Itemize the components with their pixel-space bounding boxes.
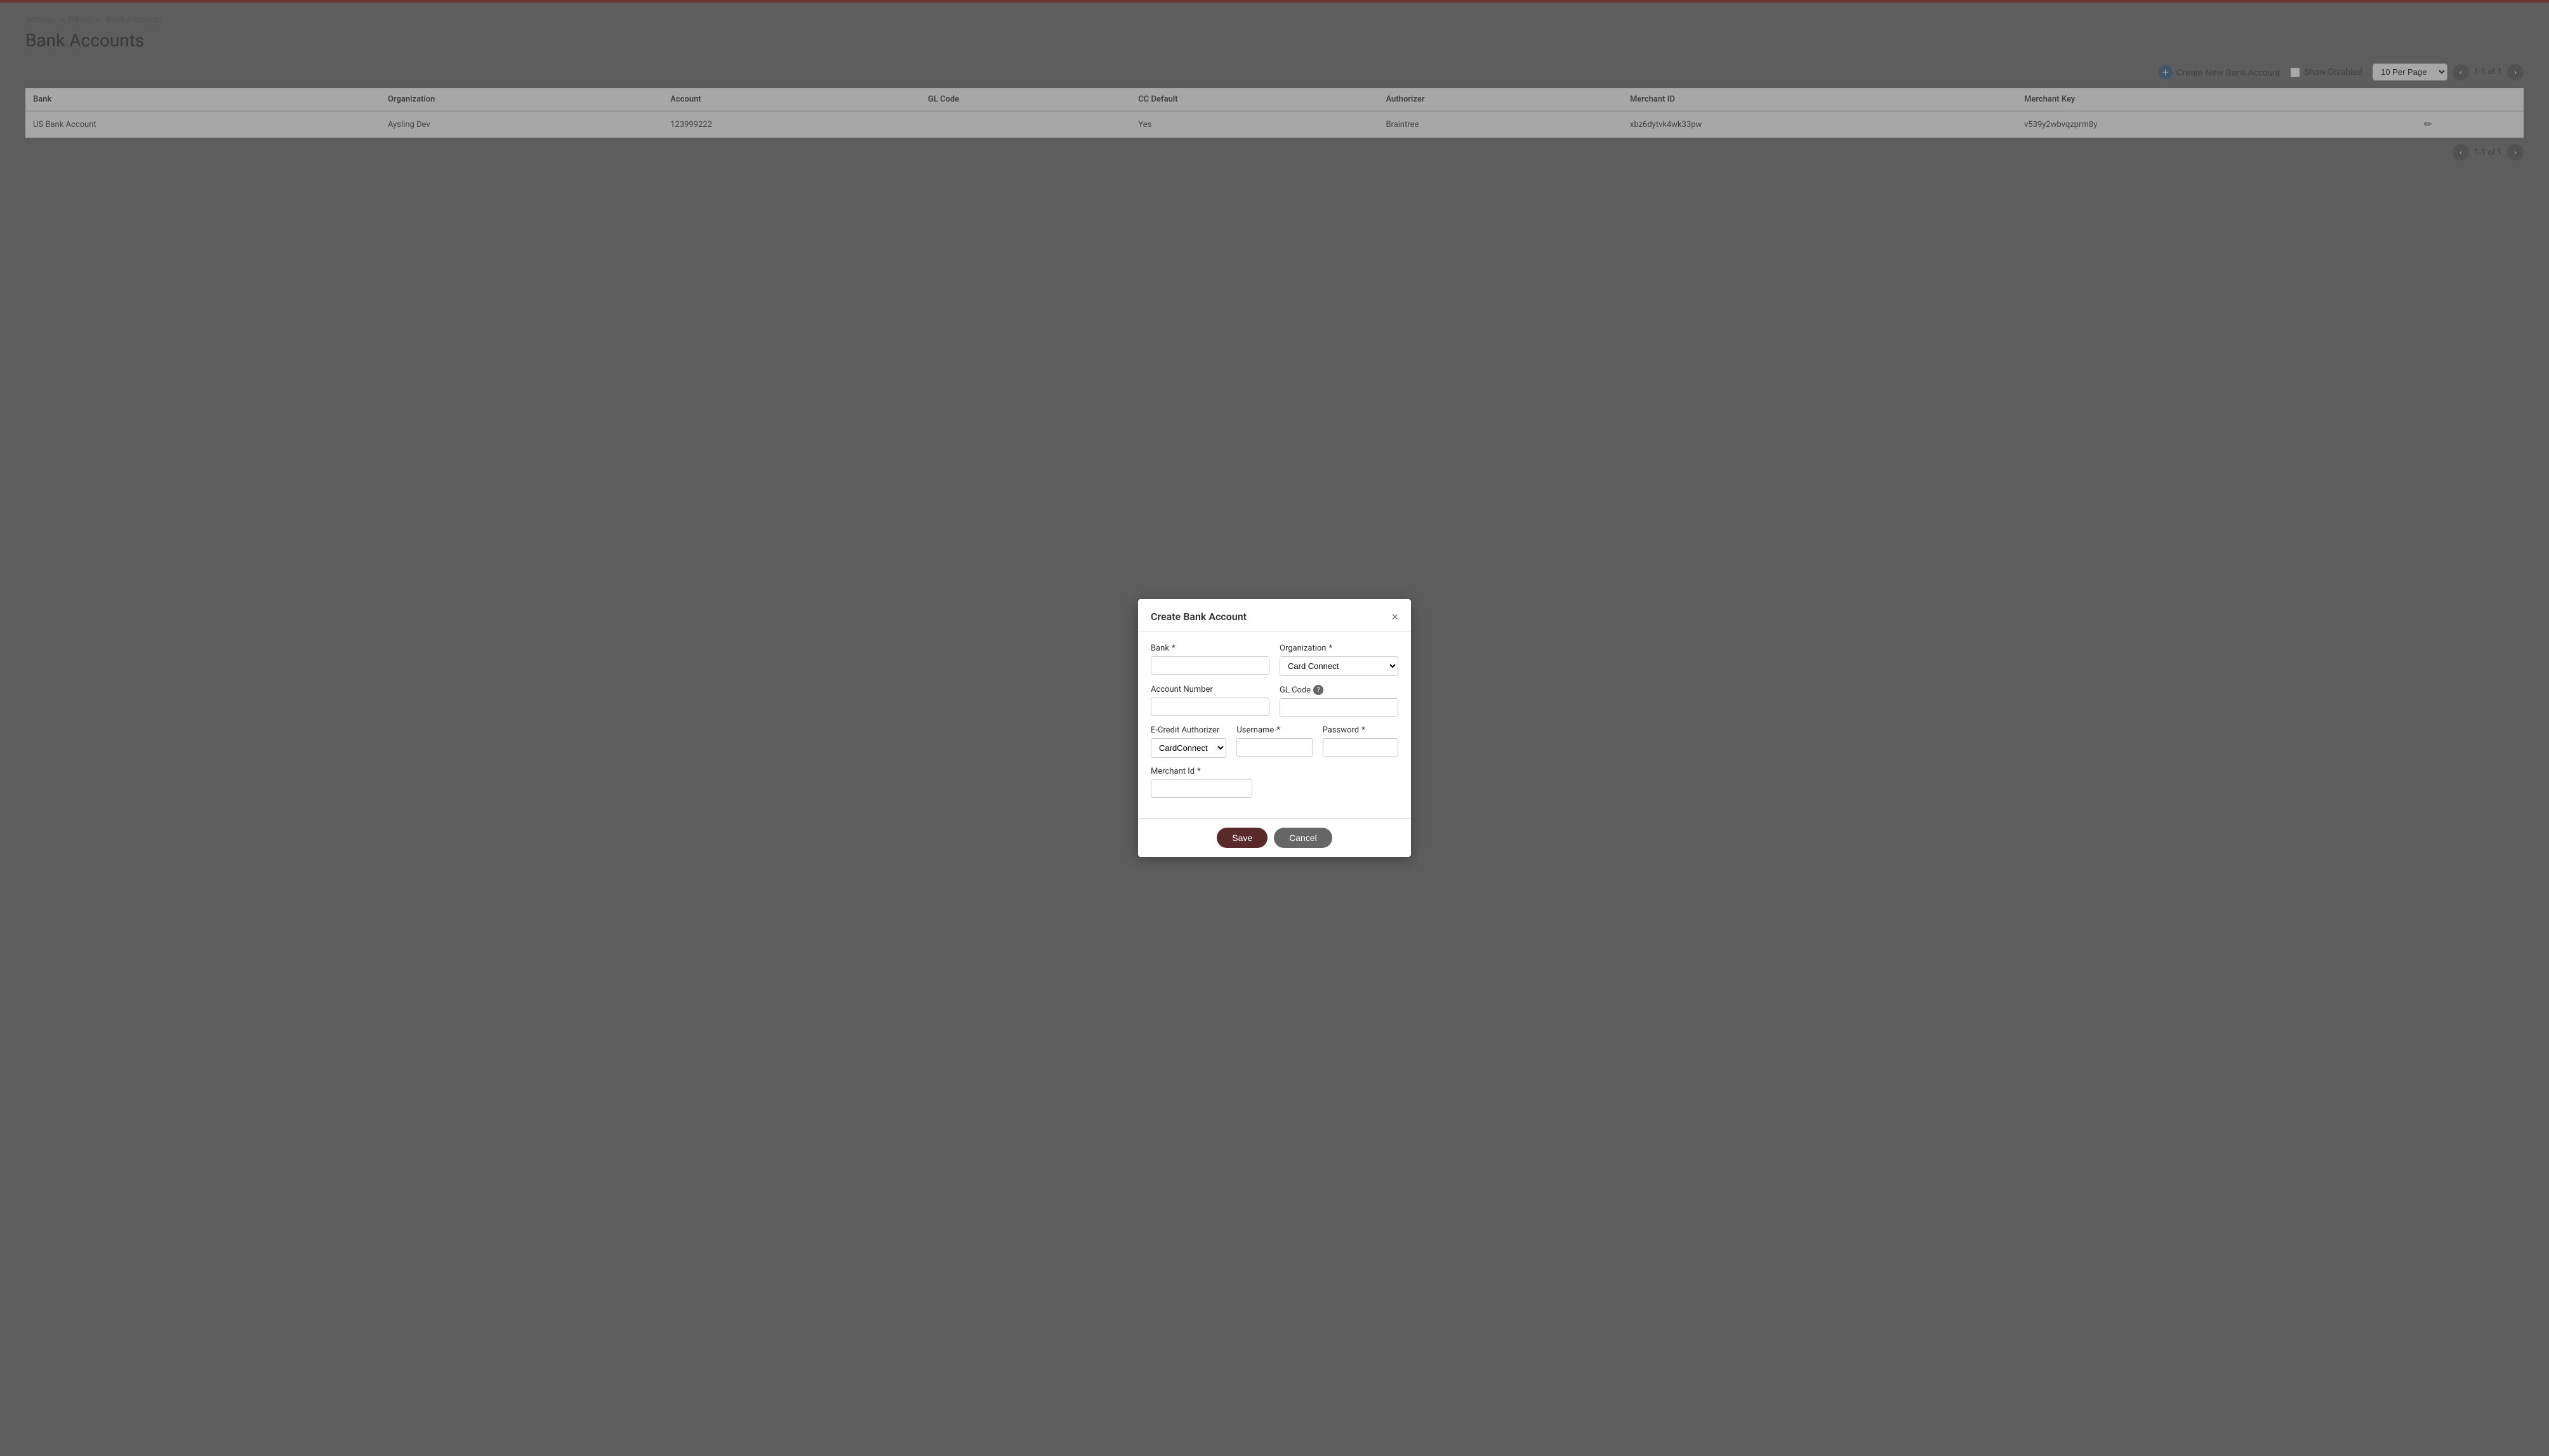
account-glcode-row: Account Number GL Code ? [1151, 685, 1398, 717]
ecredit-user-pass-row: E-Credit Authorizer CardConnect Braintre… [1151, 725, 1398, 758]
modal-close-button[interactable]: × [1391, 611, 1398, 623]
modal-footer: Save Cancel [1138, 818, 1411, 857]
account-number-input[interactable] [1151, 698, 1269, 716]
modal-header: Create Bank Account × [1138, 599, 1411, 632]
gl-code-help-icon[interactable]: ? [1313, 685, 1323, 695]
gl-code-input[interactable] [1280, 698, 1398, 717]
merchant-id-row: Merchant Id * [1151, 767, 1398, 798]
password-label: Password * [1323, 725, 1398, 735]
gl-code-label: GL Code ? [1280, 685, 1398, 695]
modal-title: Create Bank Account [1151, 611, 1247, 623]
password-field-group: Password * [1323, 725, 1398, 758]
password-input[interactable] [1323, 738, 1398, 757]
organization-field-group: Organization * Card Connect Aysling Dev [1280, 644, 1398, 676]
username-label: Username * [1236, 725, 1312, 735]
bank-org-row: Bank * Organization * Card Connect Aysli… [1151, 644, 1398, 676]
gl-code-field-group: GL Code ? [1280, 685, 1398, 717]
bank-field-group: Bank * [1151, 644, 1269, 676]
username-field-group: Username * [1236, 725, 1312, 758]
ecredit-label: E-Credit Authorizer [1151, 725, 1226, 735]
ecredit-authorizer-select[interactable]: CardConnect Braintree Stripe [1151, 738, 1226, 758]
account-number-label: Account Number [1151, 685, 1269, 694]
save-button[interactable]: Save [1217, 828, 1268, 848]
organization-label: Organization * [1280, 644, 1398, 653]
modal-body: Bank * Organization * Card Connect Aysli… [1138, 632, 1411, 818]
username-input[interactable] [1236, 738, 1312, 757]
modal-overlay: Create Bank Account × Bank * Organizatio… [0, 0, 2549, 1456]
merchant-id-label: Merchant Id * [1151, 767, 1252, 776]
bank-label: Bank * [1151, 644, 1269, 653]
merchant-id-input[interactable] [1151, 779, 1252, 798]
account-number-field-group: Account Number [1151, 685, 1269, 717]
merchant-id-field-group: Merchant Id * [1151, 767, 1252, 798]
create-bank-account-modal: Create Bank Account × Bank * Organizatio… [1138, 599, 1411, 857]
ecredit-authorizer-field-group: E-Credit Authorizer CardConnect Braintre… [1151, 725, 1226, 758]
bank-input[interactable] [1151, 656, 1269, 675]
organization-select[interactable]: Card Connect Aysling Dev [1280, 656, 1398, 676]
cancel-button[interactable]: Cancel [1274, 828, 1332, 848]
